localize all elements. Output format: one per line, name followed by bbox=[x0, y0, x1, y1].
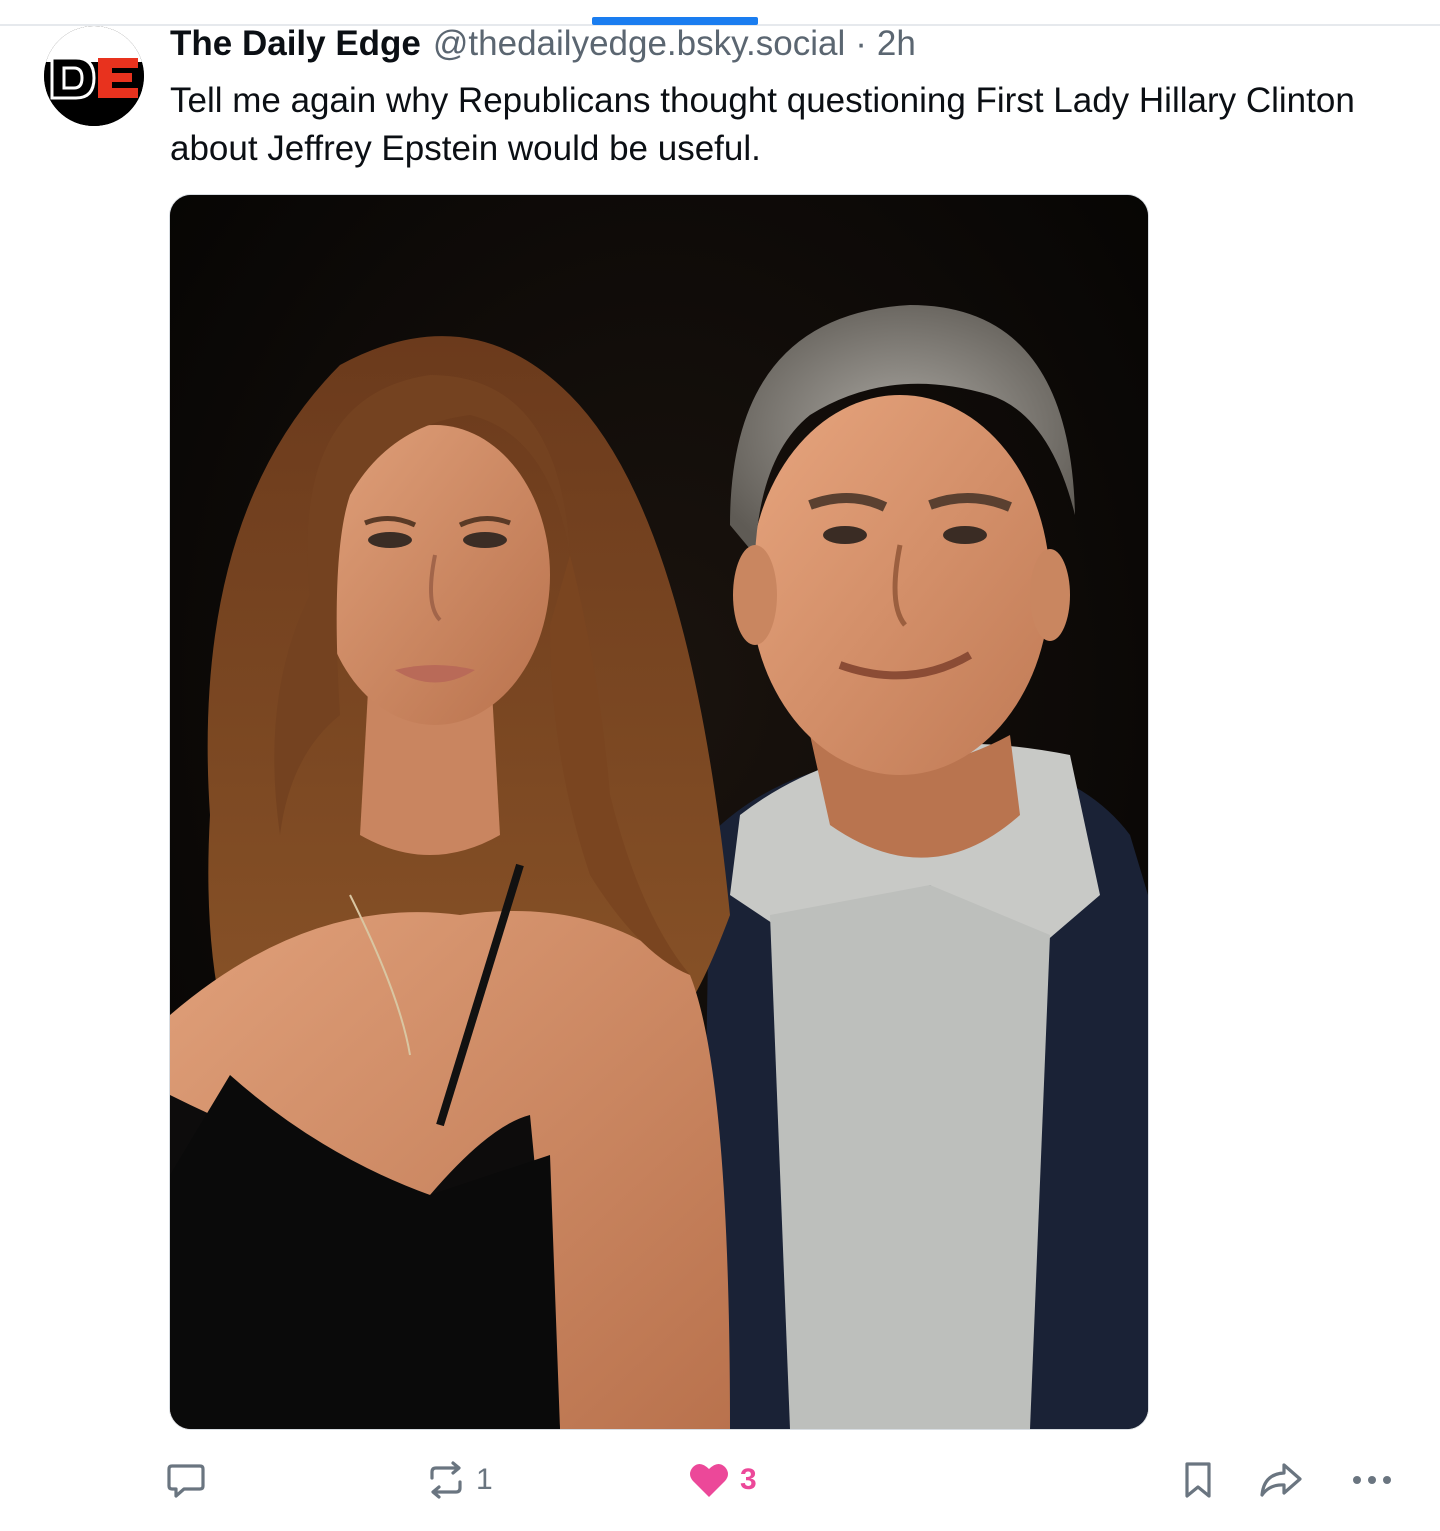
daily-edge-logo-icon bbox=[44, 26, 144, 126]
more-options-button[interactable] bbox=[1350, 1455, 1394, 1505]
share-button[interactable] bbox=[1258, 1455, 1304, 1505]
separator-dot: · bbox=[855, 24, 867, 63]
author-handle[interactable]: @thedailyedge.bsky.social bbox=[433, 24, 845, 64]
share-arrow-icon bbox=[1260, 1463, 1302, 1497]
ellipsis-icon bbox=[1353, 1476, 1391, 1484]
photo-two-people bbox=[170, 195, 1148, 1429]
like-count: 3 bbox=[740, 1463, 757, 1496]
post-image[interactable] bbox=[169, 194, 1149, 1430]
bookmark-button[interactable] bbox=[1178, 1455, 1218, 1505]
repost-arrows-icon bbox=[430, 1461, 462, 1499]
author-avatar[interactable] bbox=[44, 26, 144, 126]
post-header: The Daily Edge @thedailyedge.bsky.social… bbox=[170, 24, 916, 68]
repost-count: 1 bbox=[476, 1463, 493, 1496]
post-text: Tell me again why Republicans thought qu… bbox=[170, 81, 1355, 168]
reply-button[interactable] bbox=[166, 1455, 206, 1505]
author-name[interactable]: The Daily Edge bbox=[170, 24, 421, 64]
bookmark-icon bbox=[1185, 1462, 1211, 1498]
repost-button[interactable]: 1 bbox=[426, 1455, 493, 1505]
heart-icon bbox=[690, 1463, 728, 1497]
speech-bubble-icon bbox=[167, 1464, 205, 1498]
like-button[interactable]: 3 bbox=[688, 1455, 757, 1505]
post-timestamp[interactable]: 2h bbox=[877, 24, 916, 64]
